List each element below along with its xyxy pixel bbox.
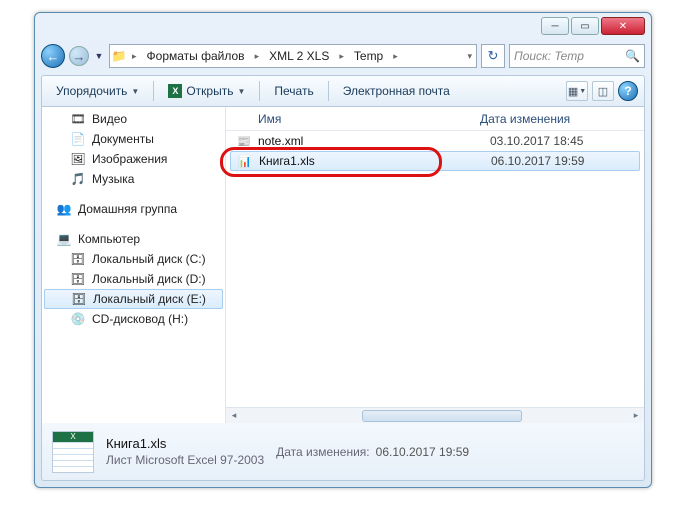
document-icon: 📄: [70, 132, 86, 146]
refresh-button[interactable]: ↻: [481, 44, 505, 68]
details-filename: Книга1.xls: [106, 436, 264, 451]
separator: [259, 81, 260, 101]
email-button[interactable]: Электронная почта: [335, 81, 458, 101]
explorer-window: ─ ▭ ✕ ← → ▼ 📁 ▸ Форматы файлов ▸ XML 2 X…: [34, 12, 652, 488]
sidebar-item-cd[interactable]: 💿CD-дисковод (H:): [42, 309, 225, 329]
back-button[interactable]: ←: [41, 44, 65, 68]
details-date-label: Дата изменения:: [276, 445, 370, 459]
chevron-down-icon: ▼: [131, 87, 139, 96]
body: 🎞Видео 📄Документы 🖼Изображения 🎵Музыка 👥…: [41, 107, 645, 423]
details-pane: X Книга1.xls Лист Microsoft Excel 97-200…: [41, 423, 645, 481]
search-input[interactable]: Поиск: Temp 🔍: [509, 44, 645, 68]
file-name: note.xml: [258, 134, 490, 148]
chevron-right-icon[interactable]: ▸: [128, 51, 141, 62]
file-date: 06.10.2017 19:59: [491, 154, 584, 168]
sidebar-item-disk-e[interactable]: 🗄Локальный диск (E:): [44, 289, 223, 309]
minimize-button[interactable]: ─: [541, 17, 569, 35]
disk-icon: 🗄: [70, 272, 86, 286]
help-button[interactable]: ?: [618, 81, 638, 101]
history-dropdown[interactable]: ▼: [93, 46, 105, 66]
list-item[interactable]: 📰 note.xml 03.10.2017 18:45: [226, 131, 644, 151]
file-name: Книга1.xls: [259, 154, 491, 168]
address-bar: ← → ▼ 📁 ▸ Форматы файлов ▸ XML 2 XLS ▸ T…: [41, 41, 645, 71]
sidebar-item-homegroup[interactable]: 👥Домашняя группа: [42, 199, 225, 219]
computer-icon: 💻: [56, 232, 72, 246]
file-list[interactable]: Имя Дата изменения 📰 note.xml 03.10.2017…: [226, 107, 644, 423]
column-headers[interactable]: Имя Дата изменения: [226, 107, 644, 131]
picture-icon: 🖼: [70, 152, 86, 166]
video-icon: 🎞: [70, 112, 86, 126]
search-icon: 🔍: [625, 49, 640, 63]
separator: [153, 81, 154, 101]
titlebar: ─ ▭ ✕: [35, 13, 651, 41]
excel-icon: X: [168, 84, 182, 98]
separator: [328, 81, 329, 101]
folder-icon: 📁: [110, 49, 128, 63]
sidebar-item-documents[interactable]: 📄Документы: [42, 129, 225, 149]
excel-file-icon: X: [52, 431, 94, 473]
column-date[interactable]: Дата изменения: [480, 112, 644, 126]
view-mode-button[interactable]: ▦▼: [566, 81, 588, 101]
organize-button[interactable]: Упорядочить▼: [48, 81, 147, 101]
details-meta: Дата изменения: 06.10.2017 19:59: [276, 445, 469, 459]
nav-pane[interactable]: 🎞Видео 📄Документы 🖼Изображения 🎵Музыка 👥…: [42, 107, 226, 423]
disk-icon: 🗄: [70, 252, 86, 266]
chevron-right-icon[interactable]: ▸: [389, 51, 402, 62]
maximize-button[interactable]: ▭: [571, 17, 599, 35]
close-button[interactable]: ✕: [601, 17, 645, 35]
open-button[interactable]: XОткрыть▼: [160, 81, 253, 101]
breadcrumb-item[interactable]: XML 2 XLS: [263, 45, 335, 67]
scroll-right-icon[interactable]: ▸: [628, 409, 644, 423]
cd-icon: 💿: [70, 312, 86, 326]
details-date-value: 06.10.2017 19:59: [376, 445, 469, 459]
chevron-down-icon[interactable]: ▾: [463, 51, 476, 62]
details-info: Книга1.xls Лист Microsoft Excel 97-2003: [106, 436, 264, 467]
xml-file-icon: 📰: [236, 133, 252, 149]
preview-pane-button[interactable]: ◫: [592, 81, 614, 101]
horizontal-scrollbar[interactable]: ◂ ▸: [226, 407, 644, 423]
breadcrumb-item[interactable]: Temp: [348, 45, 389, 67]
breadcrumb[interactable]: 📁 ▸ Форматы файлов ▸ XML 2 XLS ▸ Temp ▸ …: [109, 44, 477, 68]
breadcrumb-item[interactable]: Форматы файлов: [141, 45, 251, 67]
xls-file-icon: 📊: [237, 153, 253, 169]
sidebar-item-disk-d[interactable]: 🗄Локальный диск (D:): [42, 269, 225, 289]
chevron-right-icon[interactable]: ▸: [251, 51, 264, 62]
sidebar-item-computer[interactable]: 💻Компьютер: [42, 229, 225, 249]
sidebar-item-music[interactable]: 🎵Музыка: [42, 169, 225, 189]
homegroup-icon: 👥: [56, 202, 72, 216]
print-button[interactable]: Печать: [266, 81, 321, 101]
scroll-left-icon[interactable]: ◂: [226, 409, 242, 423]
column-name[interactable]: Имя: [226, 112, 480, 126]
search-placeholder: Поиск: Temp: [514, 49, 584, 63]
disk-icon: 🗄: [71, 292, 87, 306]
sidebar-item-pictures[interactable]: 🖼Изображения: [42, 149, 225, 169]
list-item[interactable]: 📊 Книга1.xls 06.10.2017 19:59: [230, 151, 640, 171]
sidebar-item-video[interactable]: 🎞Видео: [42, 109, 225, 129]
chevron-right-icon[interactable]: ▸: [335, 51, 348, 62]
toolbar: Упорядочить▼ XОткрыть▼ Печать Электронна…: [41, 75, 645, 107]
forward-button[interactable]: →: [69, 46, 89, 66]
details-filetype: Лист Microsoft Excel 97-2003: [106, 453, 264, 467]
file-date: 03.10.2017 18:45: [490, 134, 583, 148]
music-icon: 🎵: [70, 172, 86, 186]
sidebar-item-disk-c[interactable]: 🗄Локальный диск (C:): [42, 249, 225, 269]
scrollbar-thumb[interactable]: [362, 410, 522, 422]
chevron-down-icon: ▼: [237, 87, 245, 96]
